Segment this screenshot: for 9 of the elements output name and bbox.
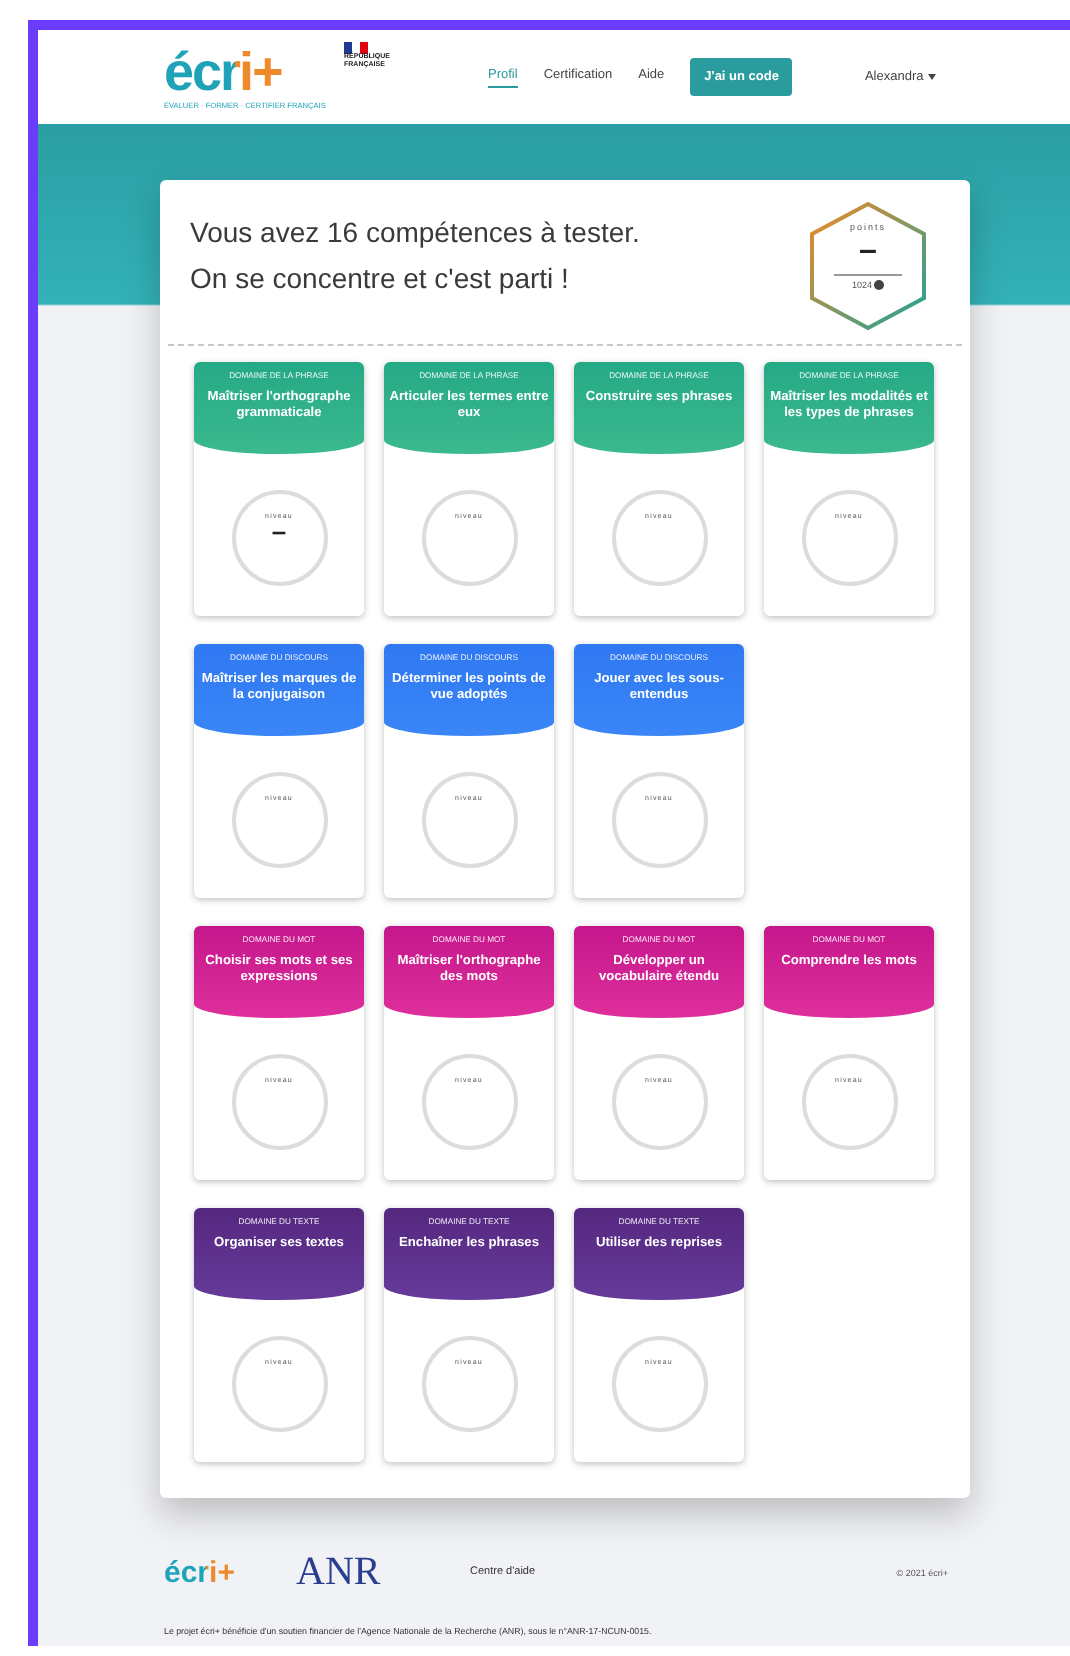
partner-logo[interactable]: ANR — [296, 1549, 470, 1595]
points-value: – — [859, 232, 877, 272]
caret-icon — [927, 73, 936, 80]
intro-text: On se concentre et c'est parti ! — [190, 266, 571, 292]
level-value: – — [271, 520, 287, 544]
hexagon-badge — [808, 200, 928, 332]
intro-text: Vous avez 16 compétences à tester. — [190, 220, 640, 246]
flag-icon — [344, 42, 368, 54]
info-icon[interactable] — [874, 280, 884, 290]
